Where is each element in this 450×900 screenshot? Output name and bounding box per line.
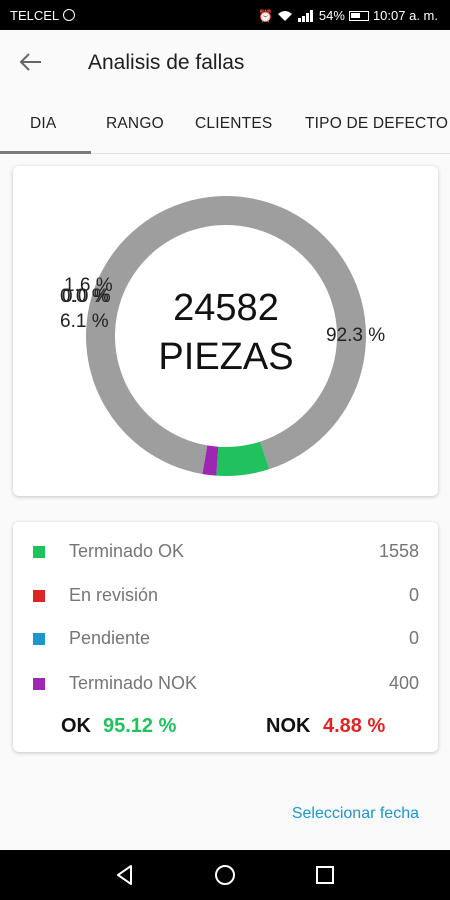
alarm-icon: ⏰	[257, 8, 273, 23]
carrier-label: TELCEL	[10, 8, 60, 23]
legend-value: 1558	[378, 541, 419, 561]
legend-label: En revisión	[69, 585, 159, 605]
signal-icon	[297, 9, 313, 22]
legend-value: 0	[408, 628, 419, 648]
nok-summary-value: 4.88 %	[323, 715, 386, 737]
nok-summary-label: NOK	[266, 715, 311, 737]
slice-label-pendiente: 0.0 %	[62, 286, 111, 307]
tab-clientes[interactable]: CLIENTES	[195, 115, 272, 133]
legend-label: Pendiente	[69, 628, 151, 648]
legend-swatch	[33, 546, 45, 558]
ok-summary-value: 95.12 %	[103, 715, 177, 737]
donut-slice-0	[216, 441, 270, 476]
status-bar: TELCEL ⏰ 54% 10:07 a. m.	[0, 0, 450, 30]
legend-label: Terminado NOK	[69, 673, 198, 693]
home-circle-icon[interactable]	[212, 862, 238, 888]
chart-card: 24582 PIEZAS 1.6 % 0.0 % 0.0 % 6.1 % 92.…	[13, 166, 438, 496]
tab-indicator	[0, 151, 91, 154]
clock: 10:07 a. m.	[372, 8, 438, 23]
wifi-icon	[277, 10, 292, 21]
navigation-bar	[0, 850, 450, 900]
legend-value: 0	[408, 585, 419, 605]
legend-label: Terminado OK	[69, 541, 185, 561]
tab-tipo-de-defecto[interactable]: TIPO DE DEFECTO	[305, 115, 448, 133]
legend-swatch	[33, 633, 45, 645]
legend-swatch	[33, 590, 45, 602]
center-number: 24582	[173, 287, 279, 329]
tab-bar: DIA RANGO CLIENTES TIPO DE DEFECTO	[0, 94, 450, 154]
legend-row-pendiente: Pendiente 0	[13, 626, 438, 652]
legend-row-terminado-ok: Terminado OK 1558	[13, 539, 438, 565]
legend-value: 400	[388, 673, 419, 693]
app-bar: Analisis de fallas	[0, 30, 450, 94]
slice-label-ok: 6.1 %	[60, 311, 109, 332]
slice-label-rest: 92.3 %	[326, 325, 385, 346]
whatsapp-icon	[63, 9, 75, 21]
ok-summary-label: OK	[61, 715, 91, 737]
status-right: ⏰ 54% 10:07 a. m.	[258, 8, 438, 23]
donut-slice-4	[86, 196, 367, 474]
legend-card: Terminado OK 1558 En revisión 0 Pendient…	[13, 522, 438, 752]
arrow-back-icon[interactable]	[18, 50, 44, 74]
legend-swatch	[33, 678, 45, 690]
page-title: Analisis de fallas	[88, 51, 245, 74]
battery-percent: 54%	[318, 8, 345, 23]
battery-icon	[348, 10, 369, 21]
donut-chart: 24582 PIEZAS 1.6 % 0.0 % 0.0 % 6.1 % 92.…	[60, 196, 385, 476]
select-date-button[interactable]: Seleccionar fecha	[292, 805, 419, 823]
legend-row-terminado-nok: Terminado NOK 400	[13, 671, 438, 697]
back-triangle-icon[interactable]	[112, 862, 138, 888]
tab-dia[interactable]: DIA	[30, 115, 56, 133]
recents-square-icon[interactable]	[312, 862, 338, 888]
center-unit: PIEZAS	[158, 336, 293, 378]
legend-row-en-revision: En revisión 0	[13, 583, 438, 609]
tab-rango[interactable]: RANGO	[106, 115, 164, 133]
